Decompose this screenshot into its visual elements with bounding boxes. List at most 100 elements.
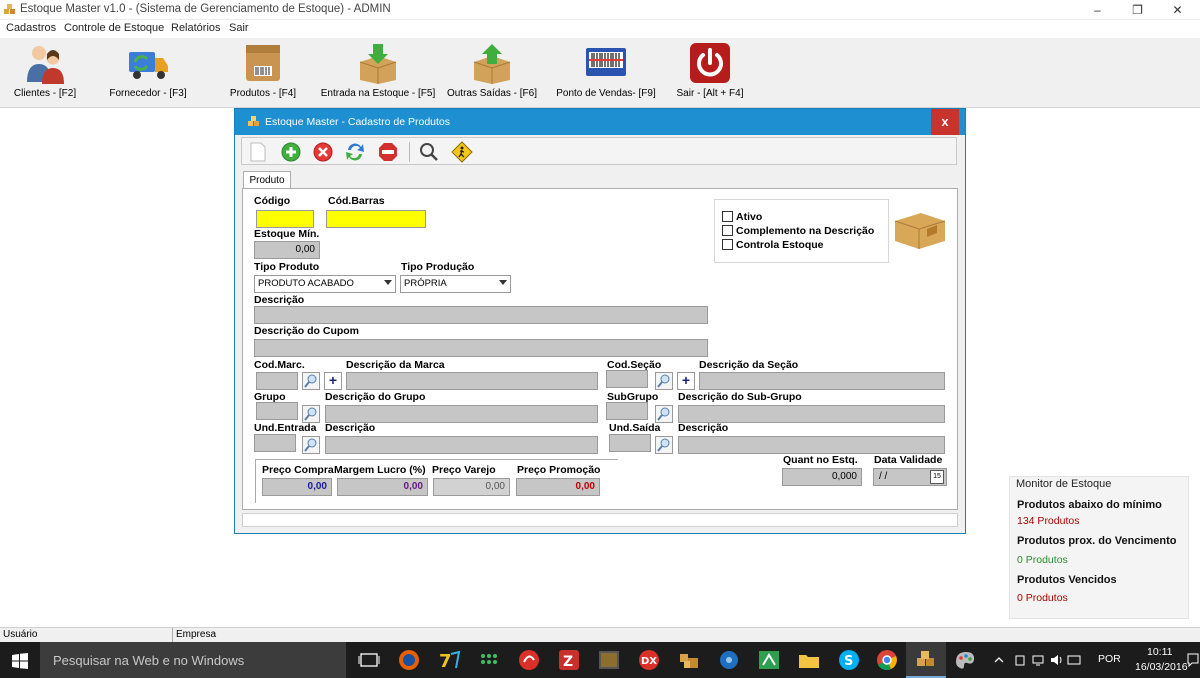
network-icon[interactable] [1031,653,1045,667]
language-indicator[interactable]: POR [1098,653,1121,665]
dots-app-icon[interactable] [476,648,502,672]
sair-button[interactable]: Sair - [Alt + F4] [672,42,748,106]
firefox-icon[interactable] [396,648,422,672]
chrome-icon[interactable] [874,648,900,672]
dialog-titlebar: Estoque Master - Cadastro de Produtos x [235,109,965,135]
descricao-cupom-input[interactable] [254,339,708,357]
search-marca-button[interactable] [302,372,320,390]
descricao-saida-input[interactable] [678,436,945,454]
add-secao-button[interactable]: + [677,372,695,390]
descricao-subgrupo-input[interactable] [678,405,945,423]
ativo-checkbox[interactable] [722,211,733,222]
menu-cadastros[interactable]: Cadastros [6,22,56,34]
preco-compra-input[interactable]: 0,00 [262,478,332,496]
minimize-button[interactable]: – [1075,0,1120,20]
tipo-producao-select[interactable]: PRÓPRIA [400,275,511,293]
volume-icon[interactable] [1049,653,1063,667]
tab-produto[interactable]: Produto [243,171,291,189]
search-subgrupo-button[interactable] [655,405,673,423]
fornecedor-button[interactable]: Fornecedor - [F3] [104,42,192,106]
preco-varejo-input[interactable]: 0,00 [433,478,510,496]
descricao-saida-label: Descrição [678,422,729,434]
menu-relatorios[interactable]: Relatórios [171,22,221,34]
outras-saidas-button[interactable]: Outras Saídas - [F6] [446,42,538,106]
subgrupo-input[interactable] [606,402,648,420]
tipo-produto-select[interactable]: PRODUTO ACABADO [254,275,396,293]
red-app-icon[interactable] [516,648,542,672]
produto-panel: Código Cód.Barras Estoque Mín. 0,00 Tipo… [242,188,958,510]
app-7-icon[interactable]: 7 [436,648,462,672]
search-placeholder: Pesquisar na Web e no Windows [53,653,245,668]
keyboard-icon[interactable] [1067,653,1081,667]
entrada-estoque-button[interactable]: Entrada na Estoque - [F5] [320,42,436,106]
add-marca-button[interactable]: + [324,372,342,390]
search-secao-button[interactable] [655,372,673,390]
shield-tray-icon[interactable] [1013,653,1027,667]
paint-icon[interactable] [952,648,978,672]
search-icon [304,407,317,421]
cancel-icon[interactable] [312,141,334,163]
preco-promocao-input[interactable]: 0,00 [516,478,600,496]
clock-date[interactable]: 16/03/2016 [1135,661,1188,673]
chevron-up-icon[interactable] [993,654,1005,666]
active-app-tab[interactable] [906,642,946,678]
task-view-icon[interactable] [356,648,382,672]
disk-icon[interactable] [716,648,742,672]
cod-marc-input[interactable] [256,372,298,390]
produtos-button[interactable]: Produtos - [F4] [224,42,302,106]
quant-estq-label: Quant no Estq. [783,454,858,466]
search-und-entrada-button[interactable] [302,436,320,454]
dx-icon[interactable]: DX [636,648,662,672]
ponto-vendas-button[interactable]: Ponto de Vendas- [F9] [555,42,657,106]
monitor-item-value[interactable]: 134 Produtos [1017,515,1079,527]
descricao-grupo-input[interactable] [325,405,598,423]
descricao-marca-input[interactable] [346,372,598,390]
search-icon[interactable] [418,141,440,163]
menu-controle-estoque[interactable]: Controle de Estoque [64,22,164,34]
packages-icon[interactable] [676,648,702,672]
skype-icon[interactable]: S [836,648,862,672]
codigo-label: Código [254,195,291,207]
und-saida-input[interactable] [609,434,651,452]
exit-sign-icon[interactable] [451,141,473,163]
new-document-icon[interactable] [247,141,269,163]
descricao-input[interactable] [254,306,708,324]
complemento-checkbox[interactable] [722,225,733,236]
clientes-button[interactable]: Clientes - [F2] [8,42,82,106]
menu-sair[interactable]: Sair [229,22,249,34]
descricao-secao-input[interactable] [699,372,945,390]
filezilla-icon[interactable]: Z [556,648,582,672]
descricao-entrada-input[interactable] [325,436,598,454]
estoque-min-input[interactable]: 0,00 [254,241,320,259]
monitor-item-value[interactable]: 0 Produtos [1017,554,1068,566]
maximize-button[interactable]: ❐ [1115,0,1160,20]
quant-estq-input[interactable]: 0,000 [782,468,862,486]
taskbar-search[interactable]: Pesquisar na Web e no Windows [40,642,346,678]
search-grupo-button[interactable] [302,405,320,423]
controla-estoque-checkbox[interactable] [722,239,733,250]
descricao-grupo-label: Descrição do Grupo [325,391,426,403]
descricao-secao-label: Descrição da Seção [699,359,799,371]
cod-barras-input[interactable] [326,210,426,228]
terminal-icon[interactable] [596,648,622,672]
codigo-input[interactable] [256,210,314,228]
search-und-saida-button[interactable] [655,436,673,454]
file-explorer-icon[interactable] [796,648,822,672]
margem-lucro-input[interactable]: 0,00 [337,478,428,496]
dialog-close-button[interactable]: x [931,109,959,135]
close-button[interactable]: ✕ [1155,0,1200,20]
delete-icon[interactable] [377,141,399,163]
refresh-icon[interactable] [344,141,366,163]
clock-time[interactable]: 10:11 [1147,646,1173,658]
toolbar-label: Fornecedor - [F3] [109,88,187,99]
green-app-icon[interactable] [756,648,782,672]
add-icon[interactable] [280,141,302,163]
monitor-item-value[interactable]: 0 Produtos [1017,592,1068,604]
grupo-input[interactable] [256,402,298,420]
und-entrada-input[interactable] [254,434,296,452]
notifications-icon[interactable] [1187,652,1199,668]
cod-secao-input[interactable] [606,370,648,388]
windows-start-icon[interactable] [12,653,28,669]
calendar-icon[interactable]: 15 [930,470,944,484]
menu-bar: Cadastros Controle de Estoque Relatórios… [0,20,1200,38]
